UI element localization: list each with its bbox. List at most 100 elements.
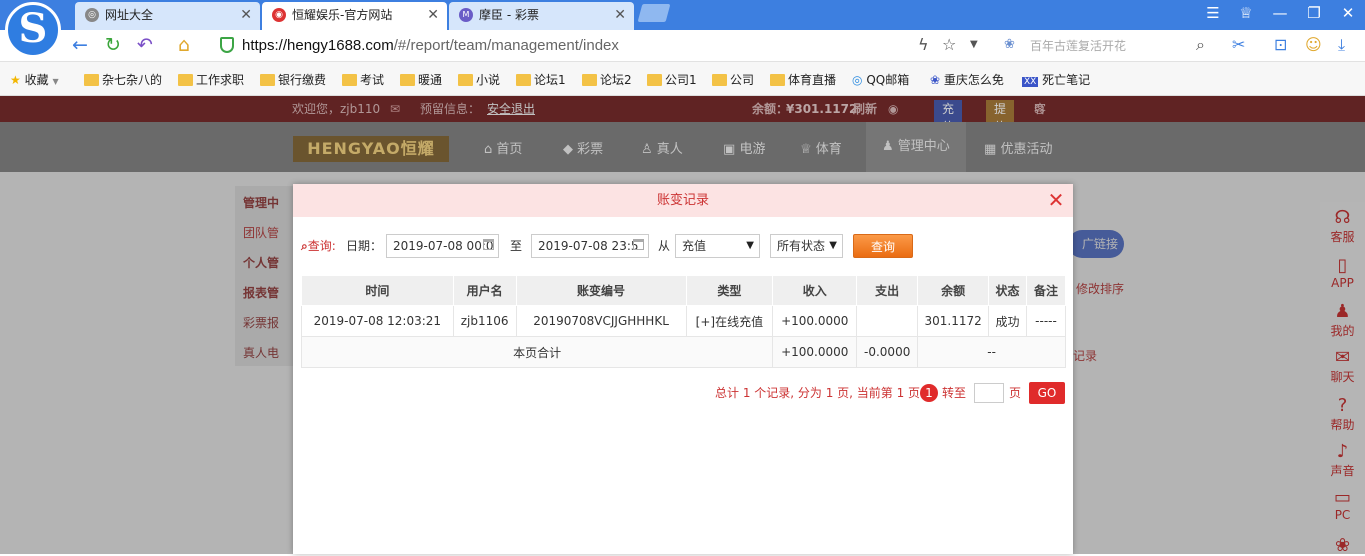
back-icon[interactable]: ←: [72, 34, 88, 56]
calendar-icon[interactable]: [633, 239, 644, 250]
emoji-icon[interactable]: ☺: [1305, 35, 1322, 55]
menu-icon[interactable]: ☰: [1203, 4, 1223, 22]
go-button[interactable]: GO: [1029, 382, 1065, 404]
bookmark-label: 暖通: [418, 73, 443, 87]
tab-label: 网址大全: [105, 8, 154, 22]
column-header: 状态: [988, 275, 1028, 306]
minimize-icon[interactable]: —: [1270, 4, 1290, 22]
chevron-down-icon: ▼: [829, 240, 837, 251]
tab-close-icon[interactable]: ✕: [240, 2, 252, 28]
column-header: 支出: [856, 275, 919, 306]
filter-bar: ⌕查询: 日期： 2019-07-08 00:0 至 2019-07-08 23…: [293, 231, 1073, 261]
bookmark-item[interactable]: 论坛1: [516, 71, 566, 88]
cell-balance: 301.1172: [917, 305, 990, 337]
search-icon: ⌕: [301, 239, 308, 253]
bookmark-item[interactable]: 杂七杂八的: [84, 71, 162, 88]
page-input[interactable]: [974, 383, 1004, 403]
dropdown-icon[interactable]: ▼: [970, 35, 978, 55]
bookmark-item[interactable]: 公司: [712, 71, 754, 88]
bookmark-item[interactable]: 考试: [342, 71, 384, 88]
transaction-record-modal: 账变记录 ✕ ⌕查询: 日期： 2019-07-08 00:0 至 2019-0…: [293, 184, 1073, 554]
bookmark-item[interactable]: 论坛2: [582, 71, 632, 88]
cell-remark: -----: [1026, 305, 1066, 337]
bookmark-item[interactable]: 小说: [458, 71, 500, 88]
undo-icon[interactable]: ↶: [137, 34, 153, 56]
tab-label: 摩臣 - 彩票: [479, 8, 539, 22]
column-header: 收入: [772, 275, 858, 306]
bookmark-item[interactable]: XX 死亡笔记: [1022, 71, 1090, 88]
status-select[interactable]: 所有状态 ▼: [770, 234, 843, 258]
to-label: 至: [510, 239, 523, 253]
url-field[interactable]: https://hengy1688.com/#/report/team/mana…: [210, 35, 990, 57]
current-page[interactable]: 1: [920, 384, 938, 402]
translate-icon[interactable]: ⊡: [1274, 35, 1287, 55]
bookmark-item[interactable]: 暖通: [400, 71, 442, 88]
bookmark-label: QQ邮箱: [866, 73, 910, 87]
new-tab-button[interactable]: [637, 4, 671, 22]
type-select-value: 充值: [682, 239, 707, 253]
home-icon[interactable]: ⌂: [178, 34, 190, 56]
tab-close-icon[interactable]: ✕: [427, 2, 439, 28]
bookmark-label: 死亡笔记: [1042, 73, 1091, 87]
qq-mail-icon: ◎: [852, 73, 863, 87]
folder-icon: [647, 74, 662, 86]
bookmark-label: 工作求职: [196, 73, 245, 87]
download-icon[interactable]: ⤓: [1338, 35, 1345, 55]
calendar-icon[interactable]: [483, 239, 494, 250]
secure-shield-icon: [220, 37, 234, 53]
column-header: 用户名: [452, 275, 517, 306]
reload-icon[interactable]: ↻: [105, 34, 121, 56]
folder-icon: [84, 74, 99, 86]
star-icon: ★: [10, 73, 21, 87]
bookmark-label: 杂七杂八的: [102, 73, 163, 87]
cell-id: 20190708VCJJGHHHKL: [515, 305, 687, 337]
search-icon[interactable]: ⌕: [1196, 35, 1205, 55]
query-button[interactable]: 查询: [853, 234, 913, 258]
query-label: ⌕查询:: [301, 235, 336, 257]
address-bar: ← ↻ ↶ ⌂ https://hengy1688.com/#/report/t…: [0, 30, 1365, 62]
bookmark-label: 体育直播: [788, 73, 837, 87]
column-header: 备注: [1026, 275, 1066, 306]
summary-row: 本页合计 +100.0000 -0.0000 --: [300, 336, 1066, 368]
tab-1[interactable]: ◎ 网址大全 ✕: [75, 2, 260, 30]
search-input[interactable]: 百年古莲复活开花: [1000, 34, 1220, 58]
sogou-browser-logo[interactable]: S: [5, 2, 61, 58]
folder-icon: [516, 74, 531, 86]
bookmark-item[interactable]: 公司1: [647, 71, 697, 88]
column-header: 账变编号: [515, 275, 687, 306]
bookmark-favorites[interactable]: ★ 收藏 ▼: [10, 71, 59, 88]
folder-icon: [712, 74, 727, 86]
summary-income: +100.0000: [772, 336, 858, 368]
site-icon: XX: [1022, 77, 1039, 87]
close-icon[interactable]: ✕: [1047, 184, 1065, 217]
paw-icon: ❀: [1004, 37, 1015, 52]
site-logo-icon: ◉: [272, 8, 286, 22]
date-label: 日期：: [346, 239, 383, 253]
bookmark-label: 公司: [730, 73, 755, 87]
date-to-field[interactable]: 2019-07-08 23:5: [531, 234, 649, 258]
summary-expense: -0.0000: [856, 336, 919, 368]
lightning-icon[interactable]: ϟ: [918, 35, 929, 55]
tab-close-icon[interactable]: ✕: [614, 2, 626, 28]
scissors-icon[interactable]: ✂: [1232, 35, 1245, 55]
bookmark-label: 论坛1: [534, 73, 566, 87]
maximize-icon[interactable]: ❐: [1304, 4, 1324, 22]
bookmark-item[interactable]: 工作求职: [178, 71, 244, 88]
table-header-row: 时间 用户名 账变编号 类型 收入 支出 余额 状态 备注: [301, 275, 1066, 306]
skin-icon[interactable]: ♕: [1236, 4, 1256, 22]
bookmark-item[interactable]: ◎ QQ邮箱: [852, 71, 909, 88]
type-select[interactable]: 充值 ▼: [675, 234, 760, 258]
bookmark-label: 收藏: [24, 73, 49, 87]
tab-3[interactable]: M 摩臣 - 彩票 ✕: [449, 2, 634, 30]
close-window-icon[interactable]: ✕: [1338, 4, 1358, 22]
tab-2[interactable]: ◉ 恒耀娱乐-官方网站 ✕: [262, 2, 447, 30]
star-icon[interactable]: ☆: [942, 35, 956, 55]
bookmark-item[interactable]: ❀ 重庆怎么免: [930, 71, 1004, 88]
bookmark-item[interactable]: 银行缴费: [260, 71, 326, 88]
baidu-paw-icon: ❀: [930, 73, 941, 87]
url-host: https://hengy1688.com: [242, 37, 394, 54]
table-row: 2019-07-08 12:03:21 zjb1106 20190708VCJJ…: [301, 305, 1066, 337]
date-from-field[interactable]: 2019-07-08 00:0: [386, 234, 499, 258]
bookmark-item[interactable]: 体育直播: [770, 71, 836, 88]
folder-icon: [400, 74, 415, 86]
